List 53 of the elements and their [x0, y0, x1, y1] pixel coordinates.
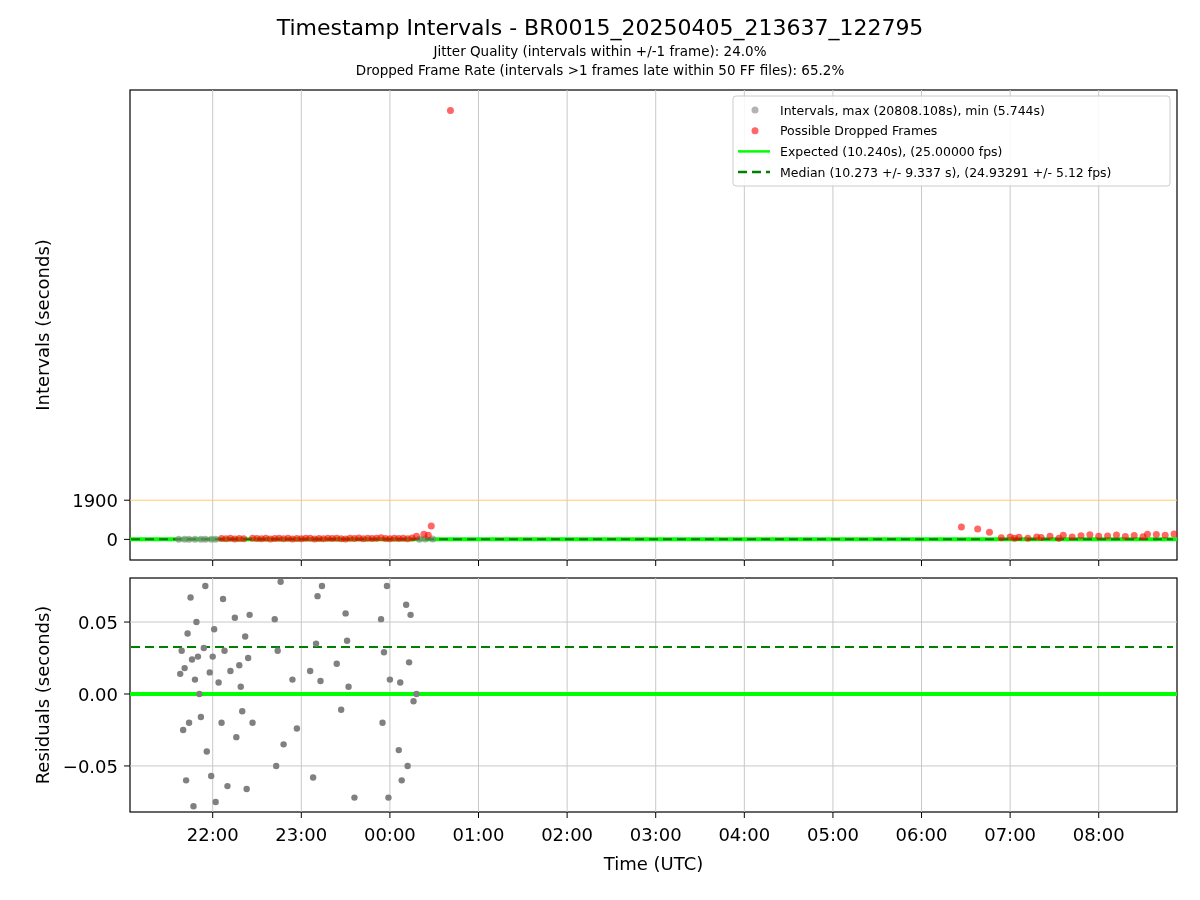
y-tick-label: 0.00 [77, 683, 118, 705]
x-tick-mark [478, 559, 479, 567]
x-tick-label: 23:00 [275, 824, 328, 845]
y-tick-label: 0.05 [77, 612, 118, 634]
y-tick-label: 0 [106, 529, 118, 551]
x-tick-label: 08:00 [1072, 824, 1125, 845]
legend-label: Median (10.273 +/- 9.337 s), (24.93291 +/- 5.12 fps) [780, 164, 1112, 180]
x-axis-label: Time (UTC) [603, 853, 704, 874]
x-tick-mark [300, 559, 302, 567]
legend-label: Possible Dropped Frames [780, 123, 938, 139]
x-tick-label: 06:00 [895, 824, 948, 845]
x-tick-label: 22:00 [186, 824, 239, 845]
x-tick-mark [566, 559, 568, 567]
y-axis-tick: 1900 [72, 490, 131, 512]
x-axis-tick: 05:00 [807, 811, 859, 845]
y-tick-label: 1900 [72, 490, 118, 512]
x-tick-label: 05:00 [806, 824, 859, 845]
x-axis-tick: 04:00 [718, 811, 771, 845]
x-axis-tick: 02:00 [541, 811, 594, 845]
y-axis-tick: −0.05 [62, 755, 131, 777]
x-axis-tick: 08:00 [1072, 811, 1125, 845]
x-tick-mark [655, 559, 657, 567]
x-axis-tick: 03:00 [629, 811, 682, 845]
x-tick-mark [1098, 559, 1100, 567]
x-axis-tick: 07:00 [984, 811, 1037, 845]
x-tick-label: 03:00 [629, 824, 682, 845]
x-tick-mark [832, 559, 834, 567]
y-axis-label: Intervals (seconds) [32, 239, 53, 411]
x-axis-tick: 23:00 [275, 811, 328, 845]
x-axis-tick: 00:00 [363, 811, 416, 845]
legend-label: Intervals, max (20808.108s), min (5.744s) [780, 102, 1045, 118]
x-tick-label: 07:00 [984, 824, 1037, 845]
chart-subtitle: Dropped Frame Rate (intervals >1 frames late within 50 FF files): 65.2% [355, 61, 845, 80]
x-tick-mark [921, 559, 923, 567]
x-tick-mark [389, 559, 391, 567]
chart-subtitle: Jitter Quality (intervals within +/-1 frame): 24.0% [433, 42, 767, 61]
x-axis-tick: 06:00 [895, 811, 948, 845]
chart-title: Timestamp Intervals - BR0015_20250405_213637_122795 [276, 14, 924, 42]
x-tick-label: 04:00 [718, 824, 771, 845]
y-axis-tick: 0 [106, 529, 131, 551]
x-tick-label: 00:00 [363, 824, 416, 845]
y-axis-label: Residuals (seconds) [32, 605, 53, 785]
x-tick-mark [212, 559, 214, 567]
y-axis-tick: 0.05 [77, 612, 131, 634]
y-axis-tick: 0.00 [77, 684, 131, 705]
x-axis-tick: 01:00 [452, 811, 505, 845]
x-tick-mark [1009, 559, 1011, 567]
legend-label: Expected (10.240s), (25.00000 fps) [780, 143, 1003, 159]
x-tick-mark [743, 559, 745, 567]
x-tick-label: 01:00 [452, 824, 505, 845]
y-tick-label: −0.05 [62, 755, 118, 777]
x-tick-label: 02:00 [541, 824, 594, 845]
x-axis-tick: 22:00 [186, 811, 239, 845]
